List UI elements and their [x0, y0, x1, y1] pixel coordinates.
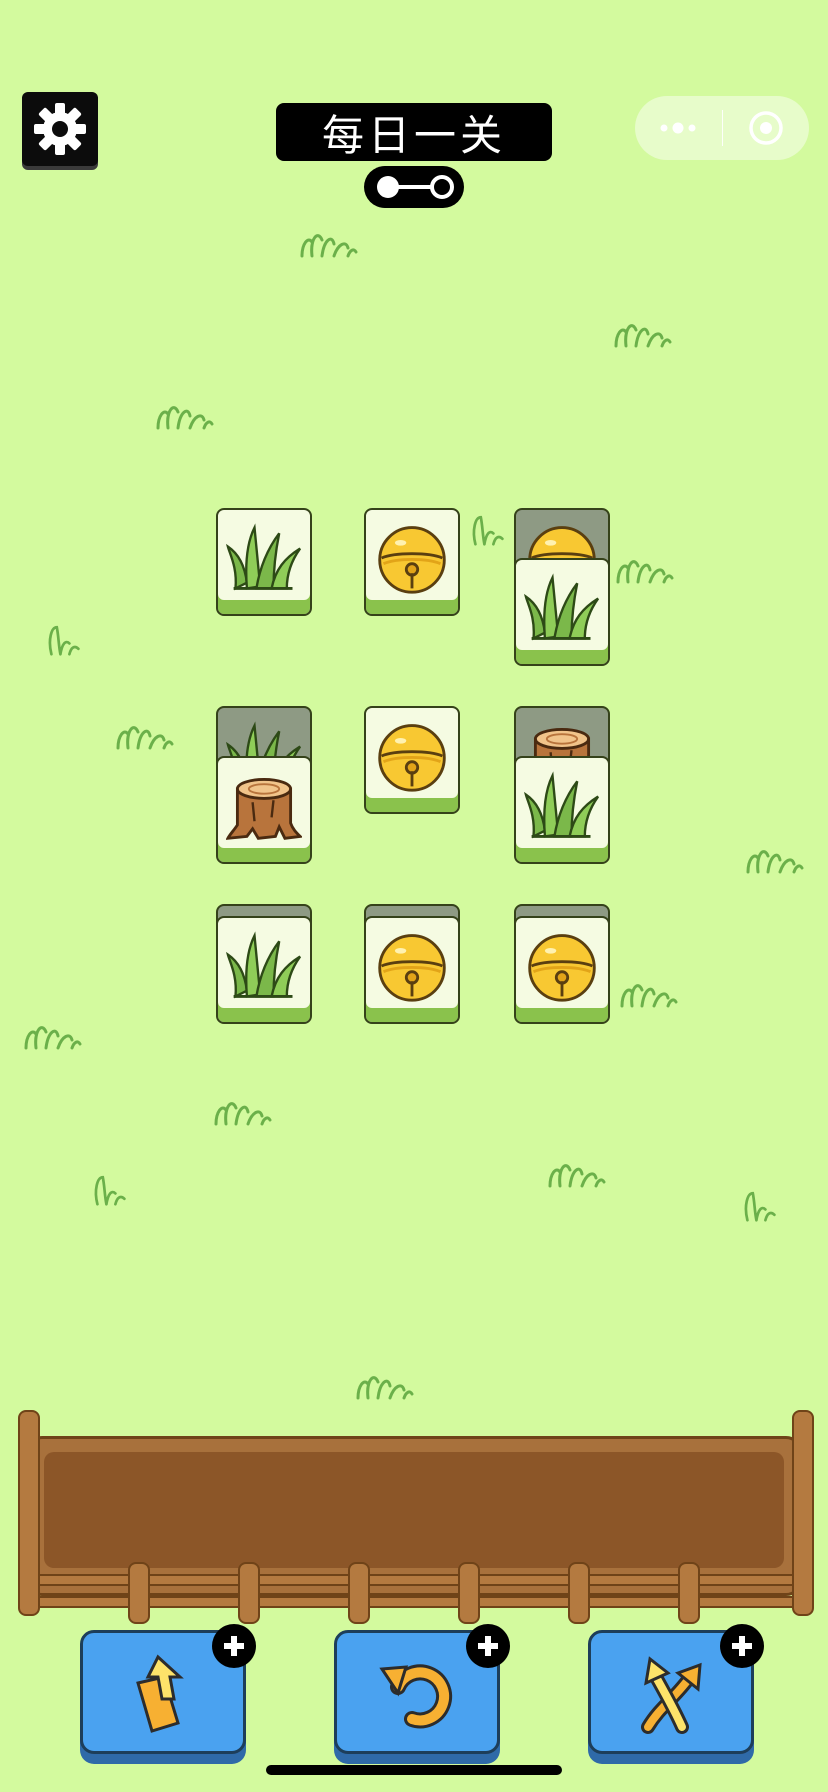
grass-tuft-decoration — [354, 1368, 414, 1400]
shuffle-add-button[interactable] — [720, 1624, 764, 1668]
fence-post — [18, 1410, 40, 1616]
bell-icon — [374, 928, 450, 1004]
grass-tuft-decoration — [212, 1094, 272, 1126]
grass-icon — [226, 520, 302, 596]
settings-button[interactable] — [22, 92, 98, 166]
undo-add-button[interactable] — [466, 1624, 510, 1668]
tile-grass[interactable] — [216, 916, 312, 1024]
target-circle-icon — [749, 111, 783, 145]
miniapp-capsule — [635, 96, 809, 160]
home-indicator — [266, 1765, 562, 1775]
grass-tuft-decoration — [154, 398, 214, 430]
tile-stump[interactable] — [216, 756, 312, 864]
plus-icon — [732, 1636, 752, 1656]
grass-tuft-decoration — [22, 1018, 82, 1050]
grass-tuft-decoration — [614, 552, 674, 584]
grass-tuft-decoration — [92, 1168, 128, 1208]
tile-bell[interactable] — [364, 916, 460, 1024]
bell-icon — [374, 520, 450, 596]
fence-post — [568, 1562, 590, 1624]
grass-tuft-decoration — [742, 1184, 778, 1224]
progress-track-icon — [377, 175, 454, 199]
more-button[interactable] — [635, 96, 722, 160]
plus-icon — [224, 1636, 244, 1656]
fence-post — [238, 1562, 260, 1624]
tile-bell[interactable] — [514, 916, 610, 1024]
grass-tuft-decoration — [470, 508, 506, 548]
grass-tuft-decoration — [298, 226, 358, 258]
grass-icon — [226, 928, 302, 1004]
grass-icon — [524, 570, 600, 646]
level-progress-indicator — [364, 166, 464, 208]
grass-tuft-decoration — [744, 842, 804, 874]
grass-tuft-decoration — [618, 976, 678, 1008]
tile-bell[interactable] — [364, 508, 460, 616]
plus-icon — [478, 1636, 498, 1656]
grass-tuft-decoration — [46, 618, 82, 658]
fence-post — [458, 1562, 480, 1624]
fence-post — [678, 1562, 700, 1624]
fence-post — [348, 1562, 370, 1624]
tray-slot-area — [44, 1452, 784, 1568]
level-title: 每日一关 — [276, 103, 552, 161]
stump-icon — [226, 768, 302, 844]
grass-tuft-decoration — [612, 316, 672, 348]
tile-bell[interactable] — [364, 706, 460, 814]
tile-grass[interactable] — [216, 508, 312, 616]
bell-icon — [374, 718, 450, 794]
move-out-icon — [136, 1654, 184, 1733]
fence-post — [792, 1410, 814, 1616]
fence-post — [128, 1562, 150, 1624]
shuffle-icon — [641, 1656, 702, 1734]
bell-icon — [524, 928, 600, 1004]
grass-tuft-decoration — [546, 1156, 606, 1188]
tile-grass[interactable] — [514, 756, 610, 864]
tile-grass[interactable] — [514, 558, 610, 666]
grass-tuft-decoration — [114, 718, 174, 750]
more-dots-icon — [660, 122, 696, 134]
gear-icon — [34, 103, 86, 155]
move-out-add-button[interactable] — [212, 1624, 256, 1668]
undo-icon — [379, 1664, 453, 1729]
close-miniapp-button[interactable] — [723, 96, 810, 160]
grass-icon — [524, 768, 600, 844]
